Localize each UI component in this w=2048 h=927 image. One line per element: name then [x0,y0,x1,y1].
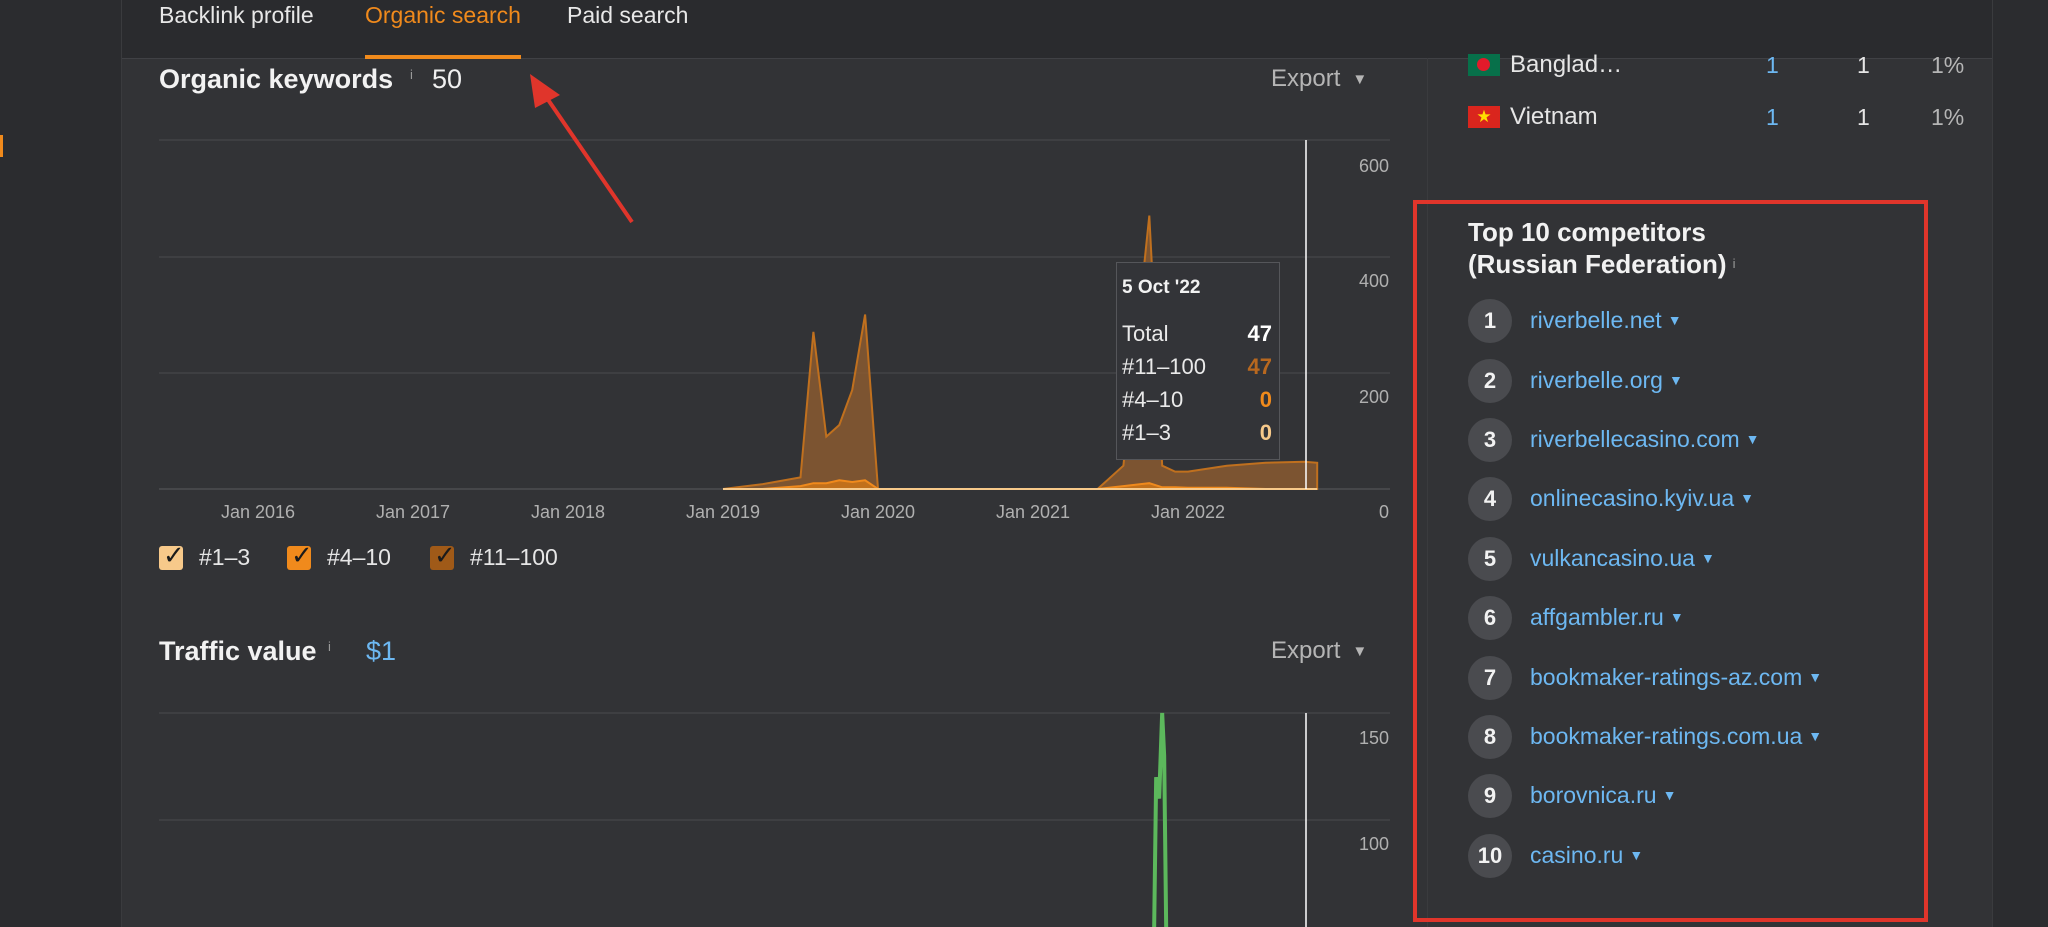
caret-down-icon: ▼ [1352,643,1368,660]
dropdown-arrow-icon[interactable]: ▼ [1746,431,1760,447]
traffic-y-tick-100: 100 [1359,834,1389,854]
rank-badge: 2 [1468,359,1512,403]
dropdown-arrow-icon[interactable]: ▼ [1668,312,1682,328]
country-share: 1% [1931,104,1965,130]
rank-badge: 5 [1468,537,1512,581]
checkmark-icon: ✓ [434,540,456,570]
dropdown-arrow-icon[interactable]: ▼ [1669,372,1683,388]
x-tick-2021: Jan 2021 [996,502,1070,522]
rank-badge: 3 [1468,418,1512,462]
competitor-link[interactable]: bookmaker-ratings-az.com ▼ [1530,664,1822,691]
tooltip-date: 5 Oct '22 [1122,277,1201,298]
tooltip-row-11-100: #11–100 47 [1122,354,1272,380]
country-name: Banglad… [1510,51,1623,78]
traffic-y-tick-150: 150 [1359,728,1389,748]
x-axis-tick-labels: Jan 2016 Jan 2017 Jan 2018 Jan 2019 Jan … [221,502,1225,522]
rank-badge: 1 [1468,299,1512,343]
competitor-link[interactable]: riverbelle.net ▼ [1530,307,1682,334]
competitors-title-line2: (Russian Federation) [1468,249,1727,279]
legend-label: #4–10 [327,544,391,570]
traffic-gridlines [159,712,1390,821]
checkbox-11-100[interactable]: ✓ [430,540,456,570]
x-tick-2020: Jan 2020 [841,502,915,522]
competitors-title: Top 10 competitors (Russian Federation) i [1468,216,1888,280]
y-tick-400: 400 [1359,271,1389,291]
dropdown-arrow-icon[interactable]: ▼ [1701,550,1715,566]
competitor-link[interactable]: casino.ru ▼ [1530,842,1643,869]
country-traffic: 1 [1857,52,1870,78]
export-label: Export [1271,637,1341,664]
tooltip-value: 0 [1259,420,1272,445]
tooltip-label: #4–10 [1122,387,1184,412]
dropdown-arrow-icon[interactable]: ▼ [1808,728,1822,744]
competitor-link[interactable]: riverbelle.org ▼ [1530,367,1683,394]
y-axis-tick-labels: 600 400 200 0 [1359,156,1389,522]
tooltip-value: 0 [1259,387,1272,412]
x-tick-2022: Jan 2022 [1151,502,1225,522]
y-tick-200: 200 [1359,387,1389,407]
dropdown-arrow-icon[interactable]: ▼ [1670,609,1684,625]
country-name: Vietnam [1510,103,1598,130]
rank-badge: 8 [1468,715,1512,759]
legend-label: #1–3 [199,544,251,570]
country-share: 1% [1931,52,1965,78]
competitor-link[interactable]: riverbellecasino.com ▼ [1530,426,1760,453]
y-tick-0: 0 [1379,502,1389,522]
traffic-info-icon[interactable]: i [328,639,331,654]
competitors-title-line1: Top 10 competitors [1468,217,1706,247]
traffic-value-title: Traffic value [159,636,317,666]
dropdown-arrow-icon[interactable]: ▼ [1740,490,1754,506]
rank-badge: 6 [1468,596,1512,640]
rank-badge: 4 [1468,477,1512,521]
tooltip-value: 47 [1247,354,1272,379]
rank-badge: 9 [1468,774,1512,818]
dropdown-arrow-icon[interactable]: ▼ [1808,669,1822,685]
tooltip-row-total: Total 47 [1122,321,1272,347]
x-tick-2019: Jan 2019 [686,502,760,522]
tooltip-label: #11–100 [1122,354,1207,379]
tooltip-label: #1–3 [1122,420,1171,445]
checkmark-icon: ✓ [291,540,313,570]
traffic-export-button[interactable]: Export ▼ [1271,637,1367,665]
tooltip-label: Total [1122,321,1169,346]
rank-badge: 7 [1468,656,1512,700]
vietnam-flag-icon: ★ [1468,106,1500,128]
dropdown-arrow-icon[interactable]: ▼ [1663,787,1677,803]
country-keywords-link[interactable]: 1 [1766,104,1779,131]
x-tick-2017: Jan 2017 [376,502,450,522]
competitors-info-icon[interactable]: i [1733,256,1736,271]
traffic-value-amount: $1 [366,636,397,666]
tooltip-value: 47 [1247,321,1272,346]
checkmark-icon: ✓ [163,540,185,570]
country-traffic: 1 [1857,104,1870,130]
checkbox-1-3[interactable]: ✓ [159,540,185,570]
competitor-link[interactable]: vulkancasino.ua ▼ [1530,545,1715,572]
competitor-link[interactable]: bookmaker-ratings.com.ua ▼ [1530,723,1822,750]
competitor-link[interactable]: borovnica.ru ▼ [1530,782,1676,809]
x-tick-2018: Jan 2018 [531,502,605,522]
bangladesh-flag-icon [1468,54,1500,76]
tooltip-row-1-3: #1–3 0 [1122,420,1272,446]
country-keywords-link[interactable]: 1 [1766,52,1779,79]
tooltip-row-4-10: #4–10 0 [1122,387,1272,413]
annotation-arrow [530,74,634,224]
checkbox-4-10[interactable]: ✓ [287,540,313,570]
traffic-y-tick-labels: 150 100 [1359,728,1389,854]
rank-badge: 10 [1468,834,1512,878]
legend-label: #11–100 [470,544,558,570]
y-tick-600: 600 [1359,156,1389,176]
competitor-link[interactable]: affgambler.ru ▼ [1530,604,1684,631]
competitor-link[interactable]: onlinecasino.kyiv.ua ▼ [1530,485,1754,512]
chart-tooltip: 5 Oct '22 Total 47 #11–100 47 #4–10 0 #1… [1116,262,1280,460]
x-tick-2016: Jan 2016 [221,502,295,522]
dropdown-arrow-icon[interactable]: ▼ [1629,847,1643,863]
